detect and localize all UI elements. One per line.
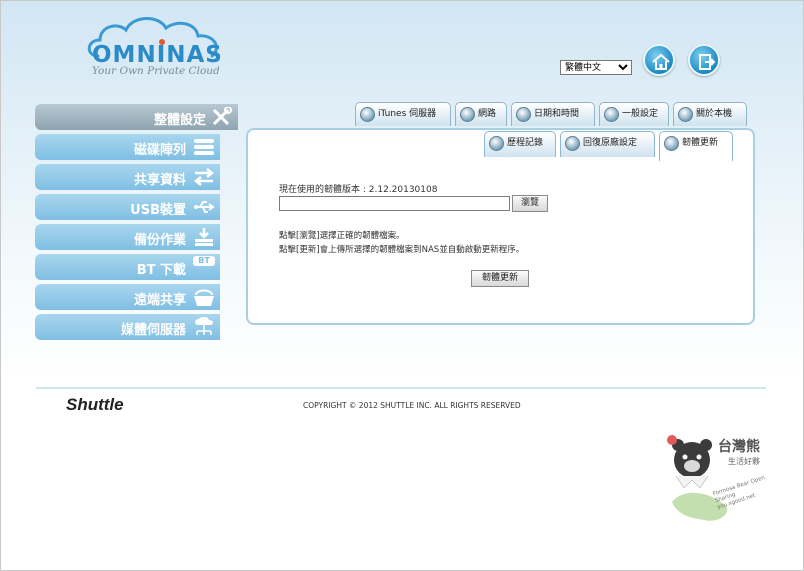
firmware-file-input[interactable]	[279, 196, 510, 211]
language-select[interactable]: 繁體中文	[560, 60, 632, 75]
remote-basket-icon	[194, 289, 214, 306]
firmware-update-button[interactable]: 韌體更新	[471, 270, 529, 287]
tab-label: 日期和時間	[534, 109, 580, 119]
brand-tagline: Your Own Private Cloud	[92, 65, 220, 77]
tab-date-time[interactable]: 日期和時間	[511, 102, 595, 126]
browse-button[interactable]: 瀏覽	[512, 195, 548, 212]
info-icon	[678, 107, 693, 122]
music-note-icon	[360, 107, 375, 122]
copyright-text: COPYRIGHT © 2012 SHUTTLE INC. ALL RIGHTS…	[303, 401, 521, 410]
tab-label: 網路	[478, 109, 497, 119]
sidebar-item-label: USB裝置	[130, 203, 186, 218]
tab-firmware-update[interactable]: 韌體更新	[659, 131, 733, 161]
log-icon	[489, 136, 504, 151]
backup-download-icon	[195, 228, 213, 246]
sidebar-item-media-server[interactable]: 媒體伺服器	[35, 314, 220, 340]
sidebar-item-label: 共享資料	[133, 173, 186, 188]
sidebar-item-general-settings[interactable]: 整體設定	[35, 104, 238, 130]
omninas-logo: OMNINAS Your Own Private Cloud	[84, 12, 234, 78]
share-arrows-icon	[193, 168, 215, 186]
tab-network[interactable]: 網路	[455, 102, 507, 126]
disk-stack-icon	[194, 139, 214, 155]
firmware-version: 現在使用的韌體版本 : 2.12.20130108	[279, 185, 438, 195]
tab-label: iTunes 伺服器	[378, 109, 437, 119]
home-button[interactable]	[643, 44, 675, 76]
bear-watermark: 台灣熊 生活好夥 Formosa Bear Open Sharing you.x…	[664, 432, 784, 532]
refresh-icon	[664, 136, 679, 151]
sidebar-item-backup[interactable]: 備份作業	[35, 224, 220, 250]
sidebar-item-shared-data[interactable]: 共享資料	[35, 164, 220, 190]
sidebar-item-label: 備份作業	[133, 233, 186, 248]
globe-icon	[460, 107, 475, 122]
sidebar-item-remote-share[interactable]: 遠端共享	[35, 284, 220, 310]
bt-download-icon: BT	[193, 256, 215, 266]
watermark-title: 台灣熊	[718, 439, 760, 455]
sidebar-item-disk-array[interactable]: 磁碟陣列	[35, 134, 220, 160]
tab-label: 韌體更新	[682, 138, 719, 148]
footer-divider	[36, 387, 766, 389]
hint-update: 點擊[更新]會上傳所選擇的韌體檔案到NAS並自動啟動更新程序。	[279, 245, 525, 255]
tab-label: 一般設定	[622, 109, 659, 119]
power-icon	[565, 136, 580, 151]
clock-icon	[516, 107, 531, 122]
sidebar-item-usb-device[interactable]: USB裝置	[35, 194, 220, 220]
gear-icon	[604, 107, 619, 122]
sidebar-item-label: 媒體伺服器	[120, 323, 186, 338]
logout-button[interactable]	[688, 44, 720, 76]
hint-browse: 點擊[瀏覽]選擇正確的韌體檔案。	[279, 231, 405, 241]
tab-label: 關於本機	[696, 109, 733, 119]
tools-icon	[212, 107, 232, 126]
logout-icon	[699, 54, 716, 70]
tab-itunes-server[interactable]: iTunes 伺服器	[355, 102, 451, 126]
usb-icon	[194, 201, 215, 213]
sidebar-item-label: BT 下載	[136, 263, 186, 278]
tab-label: 歷程記錄	[507, 138, 544, 148]
tab-general-settings[interactable]: 一般設定	[599, 102, 669, 126]
tab-history-log[interactable]: 歷程記錄	[484, 131, 556, 157]
tab-about[interactable]: 關於本機	[673, 102, 747, 126]
shuttle-logo: Shuttle	[66, 395, 124, 414]
sidebar-item-label: 遠端共享	[133, 293, 186, 308]
sidebar-item-bt-download[interactable]: BT 下載 BT	[35, 254, 220, 280]
sidebar-item-label: 整體設定	[153, 113, 206, 128]
tab-factory-reset[interactable]: 回復原廠設定	[560, 131, 655, 157]
sidebar-item-label: 磁碟陣列	[133, 143, 186, 158]
media-server-icon	[195, 317, 213, 335]
tab-label: 回復原廠設定	[583, 138, 638, 148]
watermark-subtitle: 生活好夥	[728, 457, 760, 466]
home-icon	[652, 53, 670, 70]
